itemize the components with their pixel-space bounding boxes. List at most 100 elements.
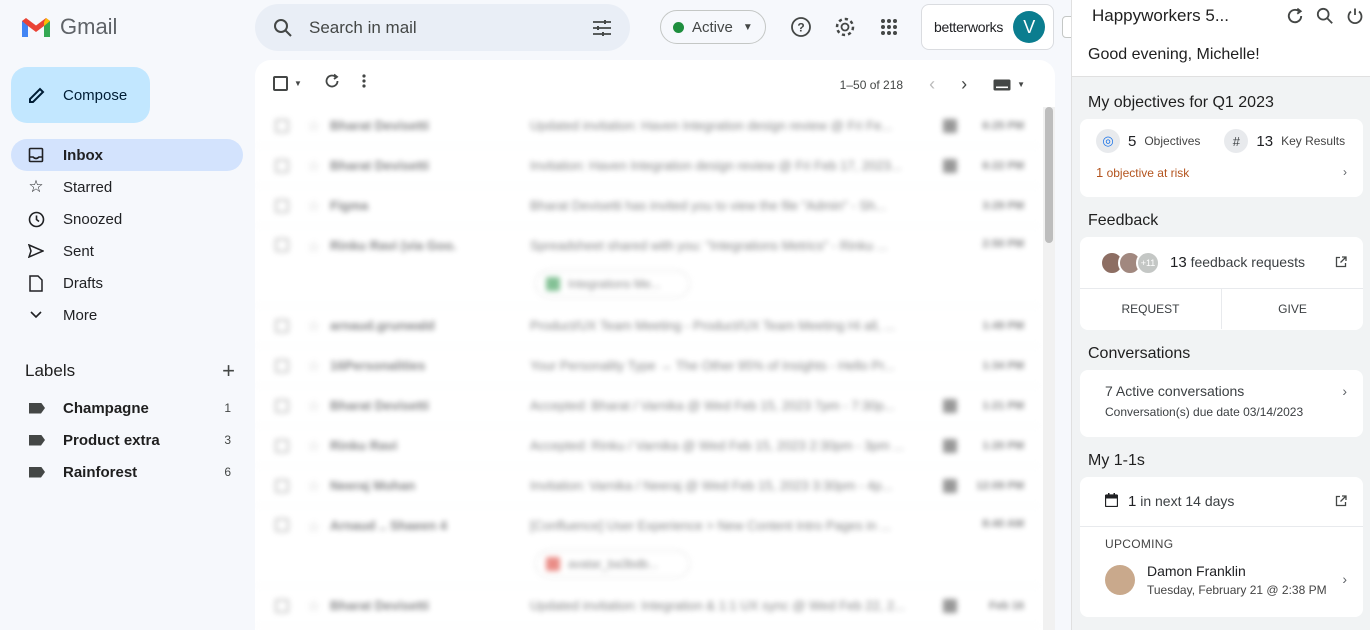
status-dropdown[interactable]: Active ▼ [660,10,766,44]
key-results-summary[interactable]: # 13 Key Results [1224,129,1345,153]
compose-button[interactable]: Compose [11,67,150,123]
search-icon[interactable] [1310,7,1340,25]
at-risk-row[interactable]: 1 objective at risk › [1096,165,1347,180]
prev-page-icon[interactable]: ‹ [929,74,935,95]
search-input[interactable]: Search in mail [309,18,576,38]
give-feedback-button[interactable]: GIVE [1221,289,1363,329]
row-checkbox[interactable] [275,118,289,133]
calendar-icon [943,158,957,173]
attachment-name: Integrations Me... [568,277,661,291]
star-icon[interactable]: ☆ [307,357,320,375]
feedback-requests-row[interactable]: +11 13 feedback requests [1080,237,1363,289]
main-nav: Inbox ☆ Starred Snoozed Sent Drafts More [11,139,243,331]
next-page-icon[interactable]: › [961,74,967,95]
clock-icon [27,210,45,228]
settings-gear-icon[interactable] [832,14,858,40]
email-sender: Rinku Ravi (via Goo. [330,238,457,253]
row-checkbox[interactable] [275,158,289,173]
star-icon[interactable]: ☆ [307,518,320,536]
attachment-chip[interactable]: Integrations Me... [535,270,690,298]
add-label-icon[interactable]: + [222,358,235,384]
email-subject: Updated invitation: Haven Integration de… [530,118,893,133]
apps-grid-icon[interactable] [876,14,902,40]
row-checkbox[interactable] [275,238,289,252]
email-row[interactable]: ☆ Neeraj Mohan Invitation: Varnika / Nee… [255,466,1040,506]
gmail-logo[interactable]: Gmail [20,14,117,40]
sheets-icon [546,277,560,291]
key-results-label: Key Results [1281,134,1346,148]
email-row[interactable]: ☆ Bharat Devisetti Updated invitation: I… [255,586,1040,626]
row-checkbox[interactable] [275,198,289,213]
star-icon[interactable]: ☆ [307,238,320,256]
nav-item-drafts[interactable]: Drafts [11,267,243,299]
label-tag-icon [29,402,45,414]
email-subject: [Confluence] User Experience > New Conte… [530,518,891,533]
search-bar[interactable]: Search in mail [255,4,630,51]
email-row[interactable]: ☆ Bharat Devisetti Invitation: Haven Int… [255,146,1040,186]
email-sender: arnaud.grunwald [330,318,435,333]
scroll-thumb[interactable] [1045,107,1053,243]
star-icon[interactable]: ☆ [307,477,320,495]
email-row[interactable]: ☆ 16Personalities Your Personality Type … [255,346,1040,386]
attachment-chip[interactable]: avatar_ba3bdb... [535,550,690,578]
label-item-rainforest[interactable]: Rainforest 6 [11,456,243,488]
filter-options-icon[interactable] [592,19,612,37]
star-icon[interactable]: ☆ [307,117,320,135]
label-item-product-extra[interactable]: Product extra 3 [11,424,243,456]
star-icon[interactable]: ☆ [307,397,320,415]
external-link-icon[interactable] [1335,255,1347,271]
refresh-icon[interactable] [1280,7,1310,25]
svg-text:?: ? [797,21,804,35]
account-avatar[interactable]: V [1013,11,1046,43]
email-row[interactable]: ☆ Rinku Ravi Accepted: Rinku / Varnika @… [255,426,1040,466]
star-icon[interactable]: ☆ [307,157,320,175]
label-item-champagne[interactable]: Champagne 1 [11,392,243,424]
upcoming-meeting[interactable]: Damon Franklin Tuesday, February 21 @ 2:… [1080,551,1363,597]
more-options-icon[interactable] [362,73,366,93]
email-row[interactable]: ☆ Bharat Devisetti Updated invitation: H… [255,106,1040,146]
one-on-ones-summary[interactable]: 1 in next 14 days [1080,477,1363,527]
email-row[interactable]: ☆ Bharat Devisetti Accepted: Bharat / Va… [255,386,1040,426]
nav-label: Snoozed [63,210,123,228]
row-checkbox[interactable] [275,518,289,532]
power-icon[interactable] [1340,7,1370,25]
star-icon[interactable]: ☆ [307,437,320,455]
nav-item-snoozed[interactable]: Snoozed [11,203,243,235]
star-icon[interactable]: ☆ [307,197,320,215]
row-checkbox[interactable] [275,598,289,613]
file-icon [27,274,45,292]
nav-item-more[interactable]: More [11,299,243,331]
chevron-down-icon [27,306,45,324]
objectives-count: 5 [1128,132,1137,150]
nav-item-starred[interactable]: ☆ Starred [11,171,243,203]
email-sender: Bharat Devisetti [330,598,429,613]
objectives-summary[interactable]: ◎ 5 Objectives [1096,129,1200,153]
row-checkbox[interactable] [275,358,289,373]
email-row[interactable]: ☆ Figma Bharat Devisetti has invited you… [255,186,1040,226]
email-row[interactable]: ☆ Rinku Ravi (via Goo. Spreadsheet share… [255,226,1040,306]
search-icon[interactable] [273,18,293,38]
nav-item-inbox[interactable]: Inbox [11,139,243,171]
keyboard-input-icon[interactable]: ▼ [993,79,1025,91]
nav-label: More [63,306,98,324]
nav-item-sent[interactable]: Sent [11,235,243,267]
row-checkbox[interactable] [275,398,289,413]
star-icon[interactable]: ☆ [307,317,320,335]
email-row[interactable]: ☆ arnaud.grunwald Product/UX Team Meetin… [255,306,1040,346]
external-link-icon[interactable] [1335,494,1347,510]
mail-scrollbar[interactable] [1043,107,1055,630]
email-row[interactable]: ☆ Arnaud .. Shaeen 4 [Confluence] User E… [255,506,1040,586]
row-checkbox[interactable] [275,438,289,453]
request-feedback-button[interactable]: REQUEST [1080,289,1221,329]
select-all-checkbox[interactable]: ▼ [273,75,302,91]
star-icon[interactable]: ☆ [307,597,320,615]
betterworks-account[interactable]: betterworks V [921,4,1054,50]
label-count: 6 [224,465,231,479]
conversations-card[interactable]: 7 Active conversations Conversation(s) d… [1080,370,1363,437]
refresh-icon[interactable] [324,73,340,94]
nav-label: Starred [63,178,113,196]
row-checkbox[interactable] [275,318,289,333]
objectives-card[interactable]: ◎ 5 Objectives # 13 Key Results 1 object… [1080,119,1363,197]
row-checkbox[interactable] [275,478,289,493]
help-icon[interactable]: ? [788,14,814,40]
